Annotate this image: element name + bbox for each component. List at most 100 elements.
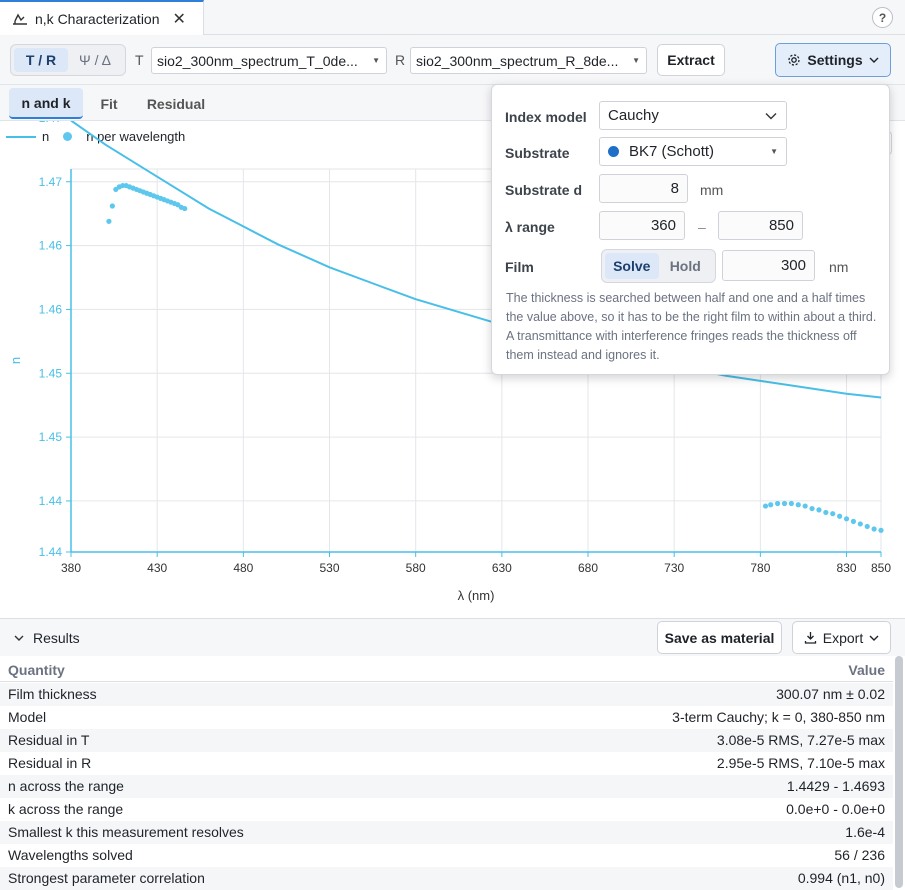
column-value: Value xyxy=(848,662,885,678)
n-point xyxy=(830,511,836,517)
dropdown-caret-icon: ▼ xyxy=(372,56,380,65)
spectrum-icon xyxy=(13,13,27,25)
film-hold-button[interactable]: Hold xyxy=(659,253,713,279)
tab-fit[interactable]: Fit xyxy=(88,88,130,119)
export-button[interactable]: Export xyxy=(792,621,891,654)
x-tick-label: 430 xyxy=(147,561,167,575)
extract-label: Extract xyxy=(667,52,715,68)
save-as-material-button[interactable]: Save as material xyxy=(657,621,782,654)
value-cell: 300.07 nm ± 0.02 xyxy=(776,686,885,702)
range-separator: – xyxy=(698,219,706,235)
download-icon xyxy=(804,632,816,644)
substrate-value: BK7 (Schott) xyxy=(629,143,715,160)
value-cell: 1.6e-4 xyxy=(845,824,885,840)
substrate-select[interactable]: BK7 (Schott) ▼ xyxy=(599,137,787,166)
value-cell: 0.994 (n1, n0) xyxy=(797,870,885,886)
n-point xyxy=(864,523,870,530)
results-table-header: Quantity Value xyxy=(0,656,893,682)
x-tick-label: 380 xyxy=(61,561,81,575)
value-cell: 1.4429 - 1.4693 xyxy=(786,778,885,794)
r-label: R xyxy=(395,52,406,68)
quantity-cell: Residual in R xyxy=(8,755,92,771)
dropdown-caret-icon: ▼ xyxy=(770,147,778,156)
chevron-down-icon xyxy=(14,635,24,641)
substrate-color-dot xyxy=(608,146,619,157)
chevron-down-icon xyxy=(869,635,879,641)
n-point xyxy=(762,503,769,509)
film-label: Film xyxy=(505,259,534,275)
tab-residual[interactable]: Residual xyxy=(140,88,212,119)
x-tick-label: 580 xyxy=(406,561,426,575)
mode-tr-button[interactable]: T / R xyxy=(14,48,68,72)
quantity-cell: Model xyxy=(8,709,47,725)
n-point xyxy=(109,203,115,209)
index-model-select[interactable]: Cauchy xyxy=(599,101,787,130)
x-tick-label: 680 xyxy=(578,561,598,575)
tab-title: n,k Characterization xyxy=(35,10,160,27)
index-model-label: Index model xyxy=(505,109,587,125)
value-cell: 56 / 236 xyxy=(834,847,885,863)
table-row: Strongest parameter correlation 0.994 (n1… xyxy=(0,867,893,890)
column-quantity: Quantity xyxy=(8,662,65,678)
r-file-select[interactable]: sio2_300nm_spectrum_R_8de... ▼ xyxy=(410,47,647,74)
settings-button[interactable]: Settings xyxy=(775,43,891,77)
n-point xyxy=(837,513,843,519)
range-min-input[interactable]: 360 xyxy=(599,211,685,240)
film-thickness-unit: nm xyxy=(829,259,849,275)
settings-label: Settings xyxy=(807,52,863,68)
t-file-select[interactable]: sio2_300nm_spectrum_T_0de... ▼ xyxy=(151,47,387,74)
n-point xyxy=(106,218,112,224)
n-point xyxy=(774,500,781,507)
t-label: T xyxy=(135,52,144,68)
n-point xyxy=(802,503,808,509)
n-point xyxy=(871,526,877,532)
range-max-input[interactable]: 850 xyxy=(718,211,803,240)
value-cell: 2.95e-5 RMS, 7.10e-5 max xyxy=(716,755,885,771)
y-tick-label: 1.45 xyxy=(39,366,63,380)
chevron-down-icon xyxy=(765,113,777,120)
y-tick-label: 1.47 xyxy=(39,121,63,125)
n-point xyxy=(850,518,857,524)
settings-popover: Index model Cauchy Substrate BK7 (Schott… xyxy=(491,84,890,375)
substrate-thickness-unit: mm xyxy=(700,182,724,198)
substrate-thickness-input[interactable]: 8 xyxy=(599,174,688,203)
quantity-cell: Film thickness xyxy=(8,686,97,702)
table-row: k across the range 0.0e+0 - 0.0e+0 xyxy=(0,798,893,821)
results-toggle[interactable]: Results xyxy=(14,630,80,646)
close-tab-icon[interactable]: ✕ xyxy=(173,9,186,29)
export-label: Export xyxy=(822,629,864,646)
y-tick-label: 1.46 xyxy=(39,302,63,316)
table-row: Wavelengths solved 56 / 236 xyxy=(0,844,893,867)
save-as-material-label: Save as material xyxy=(664,629,775,646)
quantity-cell: Strongest parameter correlation xyxy=(8,870,205,886)
value-cell: 0.0e+0 - 0.0e+0 xyxy=(786,801,885,817)
x-axis-label: λ (nm) xyxy=(458,588,495,603)
tab-n-and-k[interactable]: n and k xyxy=(9,88,83,119)
document-tab-bar: n,k Characterization ✕ ? xyxy=(0,0,905,35)
results-scrollbar[interactable] xyxy=(895,656,903,888)
film-thickness-input[interactable]: 300 xyxy=(722,250,815,281)
index-model-value: Cauchy xyxy=(608,107,659,124)
n-point xyxy=(768,502,774,508)
t-file-value: sio2_300nm_spectrum_T_0de... xyxy=(157,52,358,69)
n-point xyxy=(823,509,829,516)
mode-psi-delta-button[interactable]: Ψ / Δ xyxy=(68,48,122,72)
table-row: Model 3-term Cauchy; k = 0, 380-850 nm xyxy=(0,706,893,729)
film-solve-button[interactable]: Solve xyxy=(605,253,659,279)
results-title: Results xyxy=(33,630,80,646)
x-tick-label: 830 xyxy=(837,561,857,575)
gear-icon xyxy=(788,54,801,66)
n-point xyxy=(795,502,801,508)
tab-nk-characterization[interactable]: n,k Characterization ✕ xyxy=(0,0,204,35)
measurement-mode-toggle: T / R Ψ / Δ xyxy=(10,44,126,76)
x-tick-label: 850 xyxy=(871,561,891,575)
quantity-cell: Wavelengths solved xyxy=(8,847,133,863)
y-tick-label: 1.47 xyxy=(39,175,63,189)
y-tick-label: 1.45 xyxy=(39,430,63,444)
help-button[interactable]: ? xyxy=(872,7,893,28)
quantity-cell: Smallest k this measurement resolves xyxy=(8,824,244,840)
dropdown-caret-icon: ▼ xyxy=(632,56,640,65)
quantity-cell: k across the range xyxy=(8,801,124,817)
substrate-thickness-label: Substrate d xyxy=(505,182,583,198)
extract-button[interactable]: Extract xyxy=(657,44,725,76)
